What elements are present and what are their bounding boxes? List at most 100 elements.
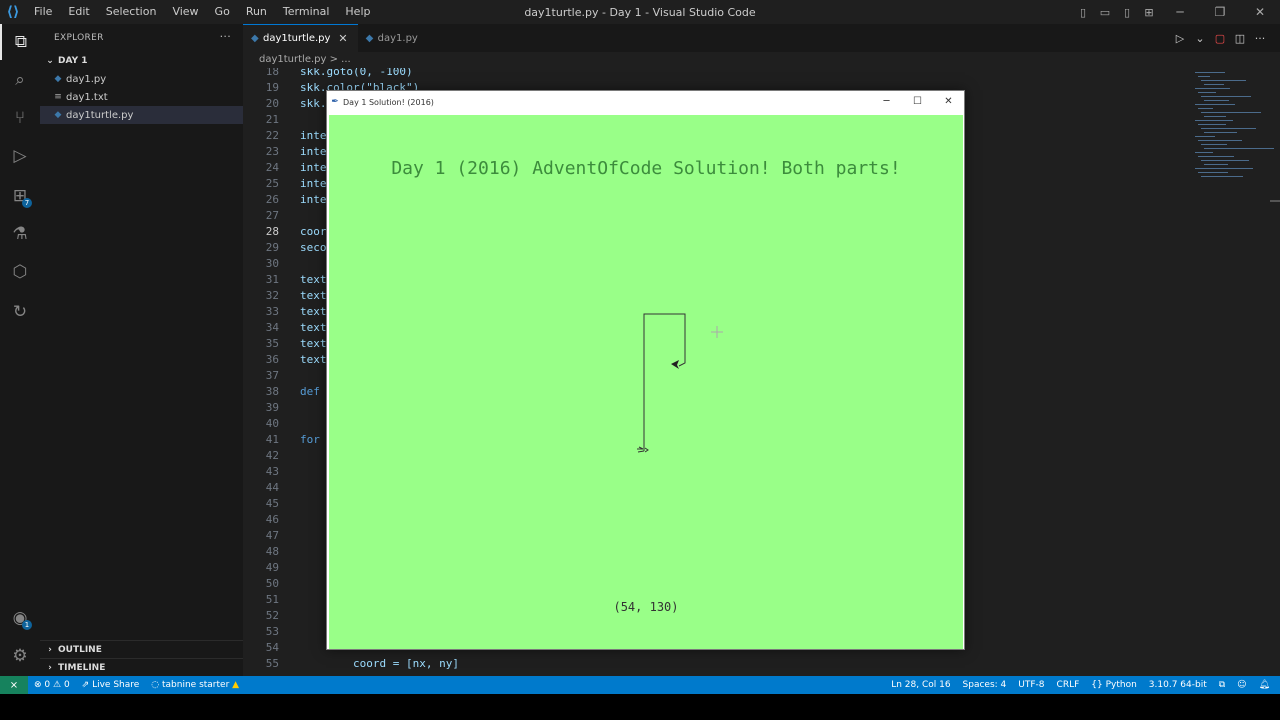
python-interpreter[interactable]: 3.10.7 64-bit (1143, 680, 1213, 690)
turtle-window-title: Day 1 Solution! (2016) (343, 97, 434, 107)
toggle-panel-icon[interactable]: ▭ (1094, 6, 1116, 19)
live-share-icon[interactable]: ↻ (0, 294, 40, 330)
code-text: inte (300, 177, 327, 190)
line-number: 24 (265, 161, 279, 174)
code-text: skk. (300, 97, 327, 110)
live-share-button[interactable]: ⇗ Live Share (76, 680, 146, 690)
line-number: 54 (265, 641, 279, 654)
remote-indicator-icon[interactable]: ⨯ (0, 676, 28, 694)
end-of-line[interactable]: CRLF (1051, 680, 1086, 690)
activity-bar: ⧉ ⌕ ⑂ ▷ ⊞ 7 ⚗ ⬡ ↻ ◉ 1 ⚙ (0, 24, 40, 676)
minimap[interactable] (1195, 68, 1274, 188)
language-label: Python (1105, 680, 1137, 690)
code-text: for (300, 433, 320, 446)
code-line[interactable]: 18 skk.goto(0, -100) (243, 68, 1243, 80)
line-number: 50 (265, 577, 279, 590)
turtle-canvas[interactable]: Day 1 (2016) AdventOfCode Solution! Both… (329, 115, 963, 649)
turtle-window-titlebar[interactable]: ✒ Day 1 Solution! (2016) ─ ☐ ✕ (327, 91, 964, 113)
cursor-position[interactable]: Ln 28, Col 16 (885, 680, 956, 690)
code-line[interactable]: 55 coord = [nx, ny] (243, 656, 1243, 672)
accounts-icon[interactable]: ◉ 1 (0, 600, 40, 636)
line-number: 48 (265, 545, 279, 558)
remote-explorer-icon[interactable]: ⬡ (0, 254, 40, 290)
run-debug-icon[interactable]: ▷ (0, 138, 40, 174)
turtle-close-button[interactable]: ✕ (933, 91, 964, 113)
line-number: 52 (265, 609, 279, 622)
line-number: 37 (265, 369, 279, 382)
minimap-line (1198, 124, 1226, 125)
turtle-graphics-window: ✒ Day 1 Solution! (2016) ─ ☐ ✕ Day 1 (20… (326, 90, 965, 650)
outline-section[interactable]: › OUTLINE (40, 640, 243, 658)
chevron-down-icon: ⌄ (46, 56, 54, 66)
file-day1-py[interactable]: ◆ day1.py (40, 70, 243, 88)
stop-icon[interactable]: ▢ (1210, 32, 1230, 45)
turtle-minimize-button[interactable]: ─ (871, 91, 902, 113)
file-day1-txt[interactable]: ≡ day1.txt (40, 88, 243, 106)
warning-count: 0 (63, 680, 70, 690)
file-label: day1turtle.py (66, 109, 134, 121)
code-text: text (300, 337, 327, 350)
source-control-icon[interactable]: ⑂ (0, 100, 40, 136)
code-text: inte (300, 161, 327, 174)
line-number: 23 (265, 145, 279, 158)
encoding[interactable]: UTF-8 (1012, 680, 1050, 690)
line-number: 19 (265, 81, 279, 94)
minimap-line (1195, 136, 1215, 137)
turtle-maximize-button[interactable]: ☐ (902, 91, 933, 113)
turtle-arrow-icon (671, 360, 679, 369)
minimap-line (1198, 92, 1216, 93)
testing-icon[interactable]: ⚗ (0, 216, 40, 252)
close-tab-icon[interactable]: ✕ (338, 32, 347, 45)
explorer-icon[interactable]: ⧉ (0, 24, 40, 60)
minimap-line (1195, 72, 1225, 73)
feedback-icon[interactable]: ☺ (1231, 680, 1252, 690)
indentation[interactable]: Spaces: 4 (957, 680, 1013, 690)
tab-day1turtle-py[interactable]: ◆ day1turtle.py ✕ (243, 24, 358, 52)
minimize-window-button[interactable]: ─ (1160, 5, 1200, 19)
tab-day1-py[interactable]: ◆ day1.py (358, 24, 428, 52)
folder-day1[interactable]: ⌄ DAY 1 (40, 52, 243, 70)
settings-gear-icon[interactable]: ⚙ (0, 638, 40, 674)
breadcrumb[interactable]: day1turtle.py > ... (243, 52, 1280, 68)
menu-selection[interactable]: Selection (98, 0, 165, 24)
run-file-icon[interactable]: ▷ (1170, 32, 1190, 45)
restore-window-button[interactable]: ❐ (1200, 5, 1240, 19)
outline-label: OUTLINE (58, 644, 102, 655)
tabnine-icon: ▲ (232, 680, 240, 690)
more-actions-icon[interactable]: ··· (220, 30, 231, 43)
language-mode[interactable]: {} Python (1085, 680, 1143, 690)
timeline-section[interactable]: › TIMELINE (40, 658, 243, 676)
menu-file[interactable]: File (26, 0, 60, 24)
python-file-icon: ◆ (251, 33, 259, 44)
line-number: 33 (265, 305, 279, 318)
file-day1turtle-py[interactable]: ◆ day1turtle.py (40, 106, 243, 124)
menu-edit[interactable]: Edit (60, 0, 97, 24)
menu-go[interactable]: Go (207, 0, 238, 24)
menu-run[interactable]: Run (238, 0, 275, 24)
minimap-line (1201, 128, 1256, 129)
search-icon[interactable]: ⌕ (0, 62, 40, 98)
minimap-line (1198, 76, 1210, 77)
extensions-icon[interactable]: ⊞ 7 (0, 178, 40, 214)
customize-layout-icon[interactable]: ⊞ (1138, 6, 1160, 19)
problems-indicator[interactable]: ⊗ 0 ⚠ 0 (28, 680, 76, 690)
minimap-line (1195, 168, 1253, 169)
close-window-button[interactable]: ✕ (1240, 5, 1280, 19)
menu-terminal[interactable]: Terminal (275, 0, 338, 24)
toggle-secondary-sidebar-icon[interactable]: ▯ (1116, 6, 1138, 19)
menu-help[interactable]: Help (337, 0, 378, 24)
notifications-bell-icon[interactable]: 🔔︎ (1253, 680, 1276, 690)
minimap-line (1204, 100, 1229, 101)
folder-label: DAY 1 (58, 56, 88, 66)
code-text: text (300, 305, 327, 318)
split-editor-icon[interactable]: ◫ (1230, 32, 1250, 45)
line-number: 22 (265, 129, 279, 142)
line-number: 42 (265, 449, 279, 462)
remote-icon[interactable]: ⧉ (1213, 680, 1231, 690)
coordinates-readout: (54, 130) (613, 600, 679, 614)
tabnine-status[interactable]: ◌ tabnine starter ▲ (145, 680, 245, 690)
toggle-sidebar-icon[interactable]: ▯ (1072, 6, 1094, 19)
menu-view[interactable]: View (164, 0, 206, 24)
chevron-down-icon[interactable]: ⌄ (1190, 32, 1210, 45)
more-actions-icon[interactable]: ··· (1250, 32, 1270, 45)
